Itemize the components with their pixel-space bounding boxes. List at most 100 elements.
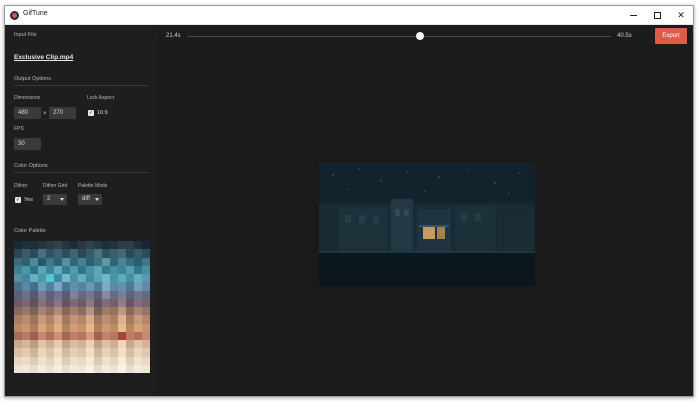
palette-swatch <box>54 323 62 332</box>
palette-swatch <box>94 265 102 274</box>
timeline-track[interactable] <box>187 36 611 37</box>
palette-swatch <box>62 265 70 274</box>
palette-swatch <box>102 298 110 307</box>
palette-swatch <box>54 282 62 291</box>
palette-swatch <box>62 241 70 250</box>
palette-swatch <box>86 298 94 307</box>
palette-swatch <box>102 274 110 283</box>
palette-swatch <box>102 307 110 316</box>
palette-swatch <box>86 249 94 258</box>
palette-swatch <box>86 290 94 299</box>
palette-swatch <box>118 274 126 283</box>
palette-swatch <box>126 340 134 349</box>
palette-swatch <box>110 340 118 349</box>
palette-swatch <box>30 265 38 274</box>
palette-swatch <box>110 274 118 283</box>
palette-swatch <box>118 364 126 373</box>
palette-swatch <box>78 340 86 349</box>
palette-swatch <box>30 340 38 349</box>
palette-swatch <box>86 340 94 349</box>
palette-swatch <box>94 364 102 373</box>
dither-checkbox[interactable]: ✓ <box>15 197 21 203</box>
palette-swatch <box>78 290 86 299</box>
palette-swatch <box>110 298 118 307</box>
palette-swatch <box>30 290 38 299</box>
palette-swatch <box>14 290 22 299</box>
palette-swatch <box>126 307 134 316</box>
palette-swatch <box>134 241 142 250</box>
palette-swatch <box>118 241 126 250</box>
width-input[interactable]: 480 <box>14 107 41 119</box>
palette-swatch <box>70 364 78 373</box>
palette-swatch <box>118 307 126 316</box>
palette-swatch <box>110 315 118 324</box>
height-input[interactable]: 270 <box>49 107 76 119</box>
palette-swatch <box>102 290 110 299</box>
palette-swatch <box>62 364 70 373</box>
palette-swatch <box>78 274 86 283</box>
palette-swatch <box>118 290 126 299</box>
palette-swatch <box>62 298 70 307</box>
palette-swatch <box>30 307 38 316</box>
palette-swatch <box>70 340 78 349</box>
palette-swatch <box>70 274 78 283</box>
palette-swatch <box>70 282 78 291</box>
palette-swatch <box>54 241 62 250</box>
palette-swatch <box>78 356 86 365</box>
palette-swatch <box>134 298 142 307</box>
dither-grid-select[interactable]: 2 <box>43 194 67 205</box>
preview-area <box>157 47 693 396</box>
maximize-button[interactable] <box>645 6 669 25</box>
palette-swatch <box>22 356 30 365</box>
palette-swatch <box>14 315 22 324</box>
palette-swatch <box>22 282 30 291</box>
palette-swatch <box>78 249 86 258</box>
palette-swatch <box>118 249 126 258</box>
palette-swatch <box>134 257 142 266</box>
palette-swatch <box>30 315 38 324</box>
palette-swatch <box>118 298 126 307</box>
palette-swatch <box>62 307 70 316</box>
export-button[interactable]: Export <box>655 28 687 44</box>
palette-swatch <box>38 323 46 332</box>
color-options-divider <box>14 172 149 173</box>
palette-swatch <box>22 340 30 349</box>
palette-swatch <box>62 323 70 332</box>
palette-swatch <box>126 274 134 283</box>
palette-swatch <box>110 364 118 373</box>
palette-swatch <box>94 331 102 340</box>
input-file-link[interactable]: Exclusive Clip.mp4 <box>14 54 73 61</box>
fps-input[interactable]: 30 <box>14 138 41 150</box>
palette-swatch <box>118 257 126 266</box>
palette-swatch <box>118 348 126 357</box>
palette-swatch <box>78 364 86 373</box>
palette-swatch <box>54 298 62 307</box>
palette-swatch <box>14 282 22 291</box>
minimize-button[interactable] <box>621 6 645 25</box>
close-button[interactable]: ✕ <box>669 6 693 25</box>
palette-swatch <box>46 340 54 349</box>
palette-swatch <box>134 356 142 365</box>
palette-swatch <box>86 257 94 266</box>
palette-swatch <box>46 290 54 299</box>
palette-swatch <box>126 315 134 324</box>
output-options-divider <box>14 85 149 86</box>
lock-aspect-checkbox[interactable]: ✓ <box>88 110 94 116</box>
palette-swatch <box>46 265 54 274</box>
palette-swatch <box>94 290 102 299</box>
palette-swatch <box>142 364 150 373</box>
timeline-thumb[interactable] <box>416 32 425 40</box>
palette-swatch <box>102 282 110 291</box>
palette-swatch <box>86 331 94 340</box>
palette-mode-select[interactable]: diff <box>78 194 102 205</box>
palette-swatch <box>54 290 62 299</box>
title-bar: GifTune ✕ <box>5 6 693 25</box>
palette-swatch <box>70 257 78 266</box>
fps-label: FPS <box>14 126 24 132</box>
palette-swatch <box>30 249 38 258</box>
color-palette-heading: Color Palette <box>14 228 46 234</box>
palette-swatch <box>46 323 54 332</box>
palette-swatch <box>22 298 30 307</box>
window-title: GifTune <box>23 10 48 17</box>
palette-swatch <box>46 298 54 307</box>
